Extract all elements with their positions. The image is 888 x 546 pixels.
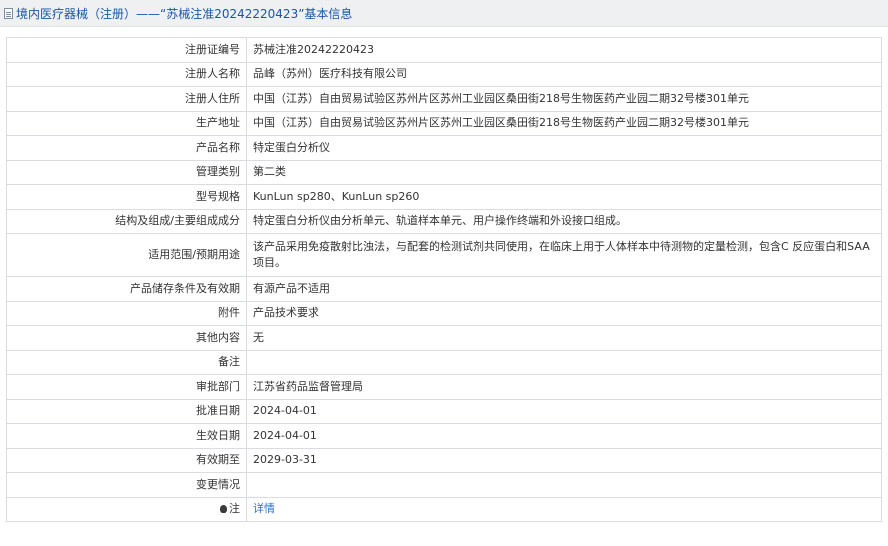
row-label: 管理类别 [6, 159, 247, 185]
table-row: 其他内容无 [6, 325, 882, 351]
details-link[interactable]: 详情 [253, 502, 275, 515]
note-value-cell: 详情 [246, 496, 882, 522]
note-label: 注 [229, 502, 240, 516]
row-label: 结构及组成/主要组成成分 [6, 208, 247, 234]
document-icon [4, 7, 13, 19]
row-label: 生效日期 [6, 423, 247, 449]
page-title-bar: 境内医疗器械（注册）——“苏械注准20242220423”基本信息 [0, 0, 888, 27]
row-label: 有效期至 [6, 447, 247, 473]
row-value: 无 [246, 325, 882, 351]
row-label: 变更情况 [6, 472, 247, 498]
table-row: 附件 产品技术要求 [6, 300, 882, 326]
table-row: 有效期至 2029-03-31 [6, 447, 882, 473]
info-table: 注册证编号 苏械注准20242220423 注册人名称 品峰（苏州）医疗科技有限公司… [6, 37, 882, 522]
row-label: 批准日期 [6, 398, 247, 424]
bulb-icon [220, 505, 227, 514]
table-row: 审批部门 江苏省药品监督管理局 [6, 374, 882, 400]
row-value: 中国（江苏）自由贸易试验区苏州片区苏州工业园区桑田街218号生物医药产业园二期3… [246, 110, 882, 136]
row-value: 该产品采用免疫散射比浊法，与配套的检测试剂共同使用，在临床上用于人体样本中待测物… [246, 233, 882, 277]
row-value [246, 472, 882, 498]
note-label-cell: 注 [6, 496, 247, 522]
row-value: 第二类 [246, 159, 882, 185]
row-label: 备注 [6, 349, 247, 375]
row-label: 型号规格 [6, 184, 247, 210]
table-row: 注册人住所 中国（江苏）自由贸易试验区苏州片区苏州工业园区桑田街218号生物医药产… [6, 86, 882, 112]
table-row: 结构及组成/主要组成成分 特定蛋白分析仪由分析单元、轨道样本单元、用户操作终端和外… [6, 208, 882, 234]
row-label: 生产地址 [6, 110, 247, 136]
row-label: 产品名称 [6, 135, 247, 161]
row-value: 2024-04-01 [246, 423, 882, 449]
row-value [246, 349, 882, 375]
table-row: 备注 [6, 349, 882, 375]
table-row: 生效日期 2024-04-01 [6, 423, 882, 449]
row-label: 附件 [6, 300, 247, 326]
table-row: 生产地址 中国（江苏）自由贸易试验区苏州片区苏州工业园区桑田街218号生物医药产业… [6, 110, 882, 136]
row-label: 注册人名称 [6, 61, 247, 87]
row-label: 其他内容 [6, 325, 247, 351]
row-label: 产品储存条件及有效期 [6, 276, 247, 302]
table-row: 批准日期 2024-04-01 [6, 398, 882, 424]
table-row: 适用范围/预期用途 该产品采用免疫散射比浊法，与配套的检测试剂共同使用，在临床上用… [6, 233, 882, 277]
row-label: 注册证编号 [6, 37, 247, 63]
table-row: 变更情况 [6, 472, 882, 498]
table-row: 注册人名称 品峰（苏州）医疗科技有限公司 [6, 61, 882, 87]
row-value: 产品技术要求 [246, 300, 882, 326]
row-value: 苏械注准20242220423 [246, 37, 882, 63]
row-value: 江苏省药品监督管理局 [246, 374, 882, 400]
row-value: 有源产品不适用 [246, 276, 882, 302]
row-value: 2029-03-31 [246, 447, 882, 473]
row-value: 2024-04-01 [246, 398, 882, 424]
row-label: 适用范围/预期用途 [6, 233, 247, 277]
page-title: 境内医疗器械（注册）——“苏械注准20242220423”基本信息 [16, 6, 353, 21]
row-label: 审批部门 [6, 374, 247, 400]
row-label: 注册人住所 [6, 86, 247, 112]
row-value: 中国（江苏）自由贸易试验区苏州片区苏州工业园区桑田街218号生物医药产业园二期3… [246, 86, 882, 112]
table-row: 注册证编号 苏械注准20242220423 [6, 37, 882, 63]
row-value: 品峰（苏州）医疗科技有限公司 [246, 61, 882, 87]
table-row: 产品名称 特定蛋白分析仪 [6, 135, 882, 161]
row-value: KunLun sp280、KunLun sp260 [246, 184, 882, 210]
table-row: 产品储存条件及有效期 有源产品不适用 [6, 276, 882, 302]
table-row: 型号规格 KunLun sp280、KunLun sp260 [6, 184, 882, 210]
table-row: 管理类别 第二类 [6, 159, 882, 185]
table-row: 注 详情 [6, 496, 882, 522]
row-value: 特定蛋白分析仪 [246, 135, 882, 161]
row-value: 特定蛋白分析仪由分析单元、轨道样本单元、用户操作终端和外设接口组成。 [246, 208, 882, 234]
